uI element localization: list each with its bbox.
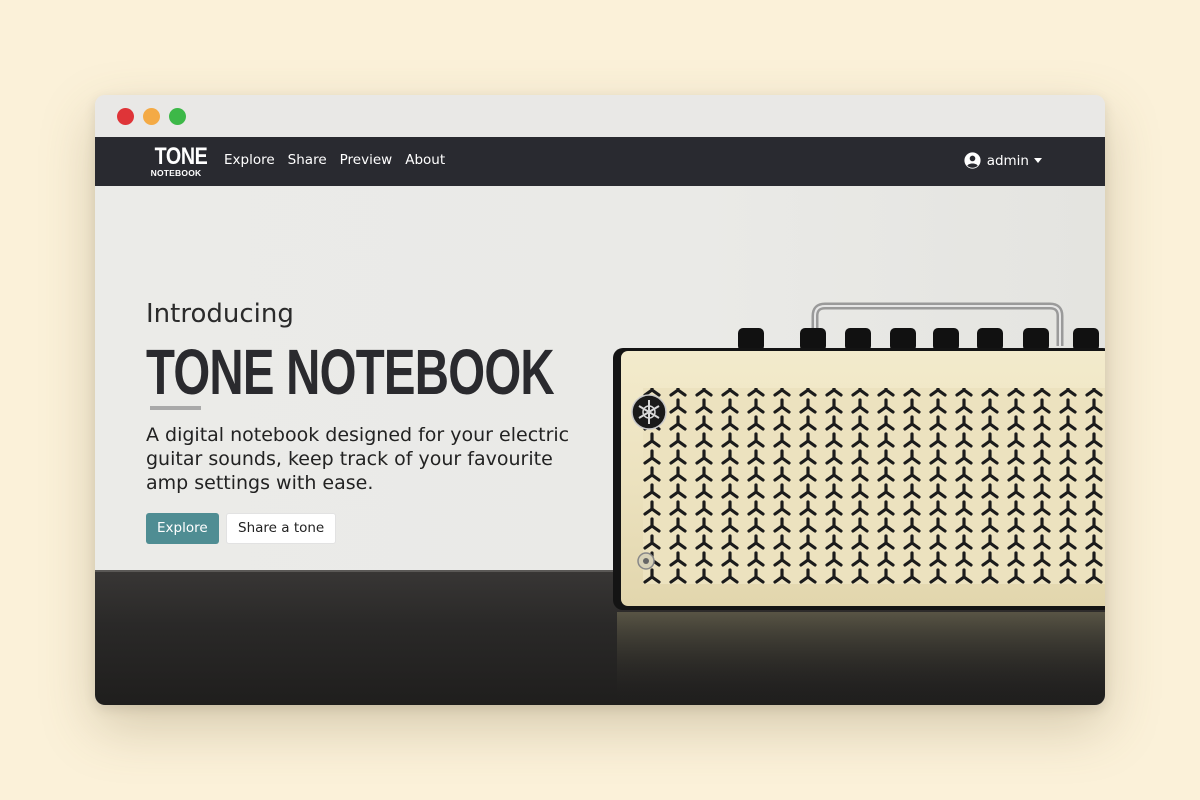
logo-title: TONE xyxy=(154,143,208,170)
user-name: admin xyxy=(986,152,1029,169)
headline-underline xyxy=(150,406,201,410)
maximize-window-button[interactable] xyxy=(169,108,186,125)
hero-section: Introducing TONE NOTEBOOK A digital note… xyxy=(95,186,1105,705)
nav-link-preview[interactable]: Preview xyxy=(340,152,393,168)
explore-button[interactable]: Explore xyxy=(146,513,219,544)
top-navbar: TONE NOTEBOOK Explore Share Preview Abou… xyxy=(95,137,1105,186)
site-logo[interactable]: TONE NOTEBOOK xyxy=(150,143,208,178)
browser-window: TONE NOTEBOOK Explore Share Preview Abou… xyxy=(95,95,1105,705)
nav-link-about[interactable]: About xyxy=(405,152,445,168)
window-titlebar xyxy=(95,95,1105,137)
user-circle-icon xyxy=(964,152,981,169)
amplifier-image xyxy=(613,302,1105,702)
logo-subtitle: NOTEBOOK xyxy=(150,168,202,178)
hero-description: A digital notebook designed for your ele… xyxy=(146,424,570,494)
caret-down-icon xyxy=(1034,158,1042,163)
hero-intro: Introducing xyxy=(146,299,294,329)
user-menu[interactable]: admin xyxy=(964,152,1042,169)
close-window-button[interactable] xyxy=(117,108,134,125)
hero-headline: TONE NOTEBOOK xyxy=(146,336,555,408)
share-tone-button[interactable]: Share a tone xyxy=(226,513,337,544)
yamaha-logo-icon xyxy=(631,394,667,430)
nav-link-explore[interactable]: Explore xyxy=(224,152,275,168)
nav-link-share[interactable]: Share xyxy=(288,152,327,168)
nav-links: Explore Share Preview About xyxy=(224,152,458,168)
minimize-window-button[interactable] xyxy=(143,108,160,125)
